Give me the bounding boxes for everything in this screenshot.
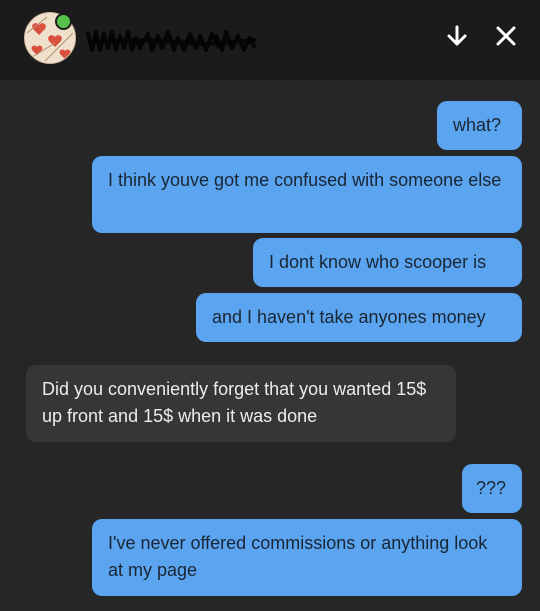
message-bubble-outgoing: I've never offered commissions or anythi… bbox=[92, 519, 522, 596]
message-bubble-outgoing: I dont know who scooper is bbox=[253, 238, 522, 287]
message-text: and I haven't take anyones money bbox=[212, 307, 486, 327]
avatar[interactable] bbox=[24, 12, 76, 64]
message-bubble-outgoing: ??? bbox=[462, 464, 522, 513]
message-text: I think youve got me confused with someo… bbox=[108, 170, 502, 190]
message-bubble-outgoing: I think youve got me confused with someo… bbox=[92, 156, 522, 233]
message-text: what? bbox=[453, 115, 502, 135]
message-text: Did you conveniently forget that you wan… bbox=[42, 379, 427, 426]
online-status-indicator bbox=[55, 13, 72, 30]
message-bubble-outgoing: what? bbox=[437, 101, 522, 150]
close-icon bbox=[496, 26, 516, 46]
message-bubble-outgoing: and I haven't take anyones money bbox=[196, 293, 522, 342]
username-redacted[interactable] bbox=[86, 26, 256, 56]
close-button[interactable] bbox=[490, 20, 522, 52]
scroll-down-button[interactable] bbox=[441, 20, 473, 52]
message-text: I dont know who scooper is bbox=[269, 252, 487, 272]
message-thread[interactable]: what? I think youve got me confused with… bbox=[0, 80, 540, 611]
message-bubble-incoming: Did you conveniently forget that you wan… bbox=[26, 365, 456, 442]
message-text: ??? bbox=[476, 478, 507, 498]
arrow-down-icon bbox=[447, 25, 467, 46]
redaction-scribble-icon bbox=[86, 30, 256, 52]
chat-header bbox=[0, 0, 540, 80]
message-text: I've never offered commissions or anythi… bbox=[108, 533, 488, 580]
